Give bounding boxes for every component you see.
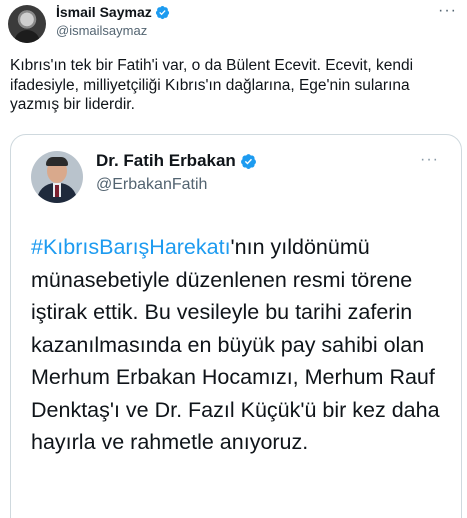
author-name-row: İsmail Saymaz [56,4,170,20]
tweet: İsmail Saymaz @ismailsaymaz ··· Kıbrıs'ı… [0,0,467,518]
verified-badge-icon [155,5,169,19]
author-handle[interactable]: @ismailsaymaz [56,23,147,38]
quoted-tweet-text: #KıbrısBarışHarekatı'nın yıldönümü münas… [31,231,451,459]
hashtag-link[interactable]: #KıbrısBarışHarekatı [31,235,231,259]
verified-badge-icon [240,153,256,169]
quoted-author-name-row: Dr. Fatih Erbakan [96,151,257,171]
tweet-text: Kıbrıs'ın tek bir Fatih'i var, o da Büle… [10,57,414,113]
quoted-author-name[interactable]: Dr. Fatih Erbakan [96,151,236,171]
avatar-tie [55,185,59,197]
quoted-tweet-body: 'nın yıldönümü münasebetiyle düzenlenen … [31,235,440,454]
avatar-shoulders [14,30,40,43]
quoted-author-avatar[interactable] [31,151,83,203]
quoted-tweet-card[interactable]: Dr. Fatih Erbakan @ErbakanFatih ··· #Kıb… [10,134,462,518]
quoted-author-handle[interactable]: @ErbakanFatih [96,176,207,194]
author-avatar[interactable] [8,5,46,43]
more-options-icon[interactable]: ··· [438,3,457,19]
author-name[interactable]: İsmail Saymaz [56,4,152,20]
quoted-more-options-icon[interactable]: ··· [420,152,439,168]
avatar-hair [46,157,68,166]
